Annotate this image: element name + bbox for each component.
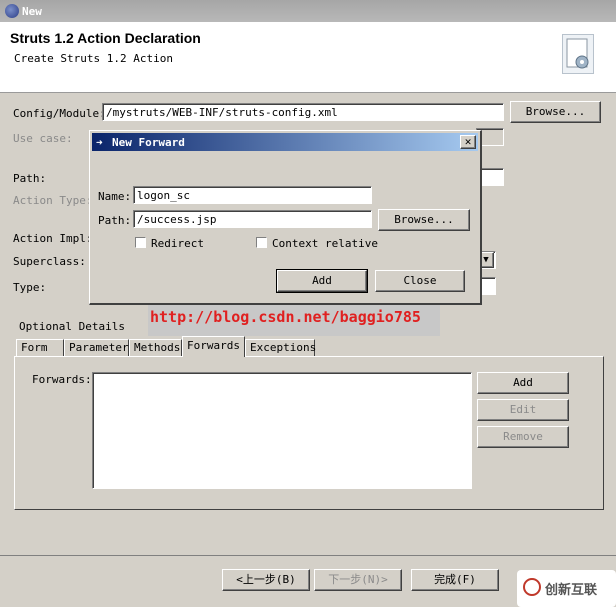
forwards-edit-button[interactable]: Edit — [477, 399, 569, 421]
dialog-browse-button[interactable]: Browse... — [378, 209, 470, 231]
brand-logo: 创新互联 — [517, 570, 616, 607]
forwards-label: Forwards: — [32, 373, 92, 386]
arrow-right-icon: ➜ — [96, 136, 103, 149]
context-relative-label: Context relative — [272, 237, 378, 250]
optional-details-label: Optional Details — [19, 320, 125, 333]
dialog-close-button[interactable]: Close — [375, 270, 465, 292]
dialog-title-bar: ➜ New Forward ✕ — [92, 133, 478, 151]
path-label: Path: — [13, 172, 47, 185]
banner-subtitle: Create Struts 1.2 Action — [14, 52, 173, 65]
dialog-title: New Forward — [112, 136, 185, 149]
dialog-name-input[interactable]: logon_sc — [133, 186, 372, 204]
banner-heading: Struts 1.2 Action Declaration — [10, 30, 201, 46]
watermark-text: http://blog.csdn.net/baggio785 — [150, 308, 421, 326]
forwards-list[interactable] — [92, 372, 472, 489]
wizard-banner: Struts 1.2 Action Declaration Create Str… — [0, 22, 616, 93]
window-title-bar: New — [0, 0, 616, 22]
tab-methods[interactable]: Methods — [129, 339, 182, 356]
action-type-label: Action Type: — [13, 194, 93, 207]
use-case-label: Use case: — [13, 132, 73, 145]
tab-forwards[interactable]: Forwards — [182, 336, 245, 357]
forwards-add-button[interactable]: Add — [477, 372, 569, 394]
tab-form[interactable]: Form — [16, 339, 64, 356]
forwards-remove-button[interactable]: Remove — [477, 426, 569, 448]
dialog-add-button[interactable]: Add — [276, 269, 368, 293]
dialog-name-label: Name: — [98, 190, 132, 203]
action-impl-label: Action Impl: — [13, 232, 93, 245]
back-button[interactable]: <上一步(B) — [222, 569, 310, 591]
dialog-path-input[interactable]: /success.jsp — [133, 210, 372, 228]
config-module-input[interactable]: /mystruts/WEB-INF/struts-config.xml — [102, 103, 504, 121]
tab-exceptions[interactable]: Exceptions — [245, 339, 316, 356]
watermark: http://blog.csdn.net/baggio785 — [148, 302, 440, 336]
superclass-label: Superclass: — [13, 255, 86, 268]
redirect-label: Redirect — [151, 237, 204, 250]
context-relative-checkbox[interactable] — [256, 237, 267, 248]
footer-separator — [0, 555, 616, 556]
eclipse-icon — [5, 4, 19, 18]
dialog-path-label: Path: — [98, 214, 132, 227]
wizard-gear-icon — [562, 34, 594, 74]
window-title: New — [22, 5, 42, 18]
redirect-checkbox[interactable] — [135, 237, 146, 248]
config-module-label: Config/Module: — [13, 107, 106, 120]
new-forward-dialog: ➜ New Forward ✕ Name: logon_sc Path: /su… — [89, 130, 482, 305]
type-label: Type: — [13, 281, 47, 294]
brand-text: 创新互联 — [545, 583, 598, 598]
tab-parameter[interactable]: Parameter — [64, 339, 129, 356]
finish-button[interactable]: 完成(F) — [411, 569, 499, 591]
config-browse-button[interactable]: Browse... — [510, 101, 601, 123]
next-button[interactable]: 下一步(N)> — [314, 569, 402, 591]
brand-icon — [523, 578, 541, 596]
close-icon[interactable]: ✕ — [460, 135, 476, 149]
